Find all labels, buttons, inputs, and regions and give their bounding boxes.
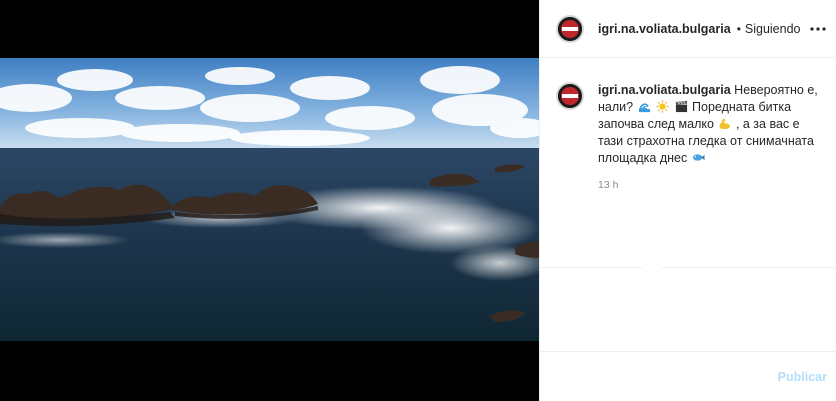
post-timestamp[interactable]: 13 h (598, 177, 818, 194)
comment-composer: Publicar (540, 351, 836, 401)
fish-icon (692, 154, 705, 161)
separator-dot: • (736, 21, 741, 36)
post-header: igri.na.voliata.bulgaria • Siguiendo (540, 0, 836, 58)
caption-comment: igri.na.voliata.bulgaria Невероятно е, н… (556, 82, 826, 194)
avatar[interactable] (556, 14, 584, 43)
post-photo[interactable] (0, 58, 539, 341)
following-button[interactable]: Siguiendo (745, 22, 801, 36)
caption-username[interactable]: igri.na.voliata.bulgaria (598, 83, 731, 97)
caption-body: igri.na.voliata.bulgaria Невероятно е, н… (598, 82, 818, 194)
wave-icon (638, 103, 650, 113)
divider-gap (642, 262, 662, 272)
comment-input[interactable] (556, 366, 766, 388)
instagram-post: igri.na.voliata.bulgaria • Siguiendo igr… (0, 0, 836, 401)
caption-avatar[interactable] (556, 82, 584, 110)
brand-logo-icon (558, 84, 582, 108)
flexed-biceps-icon (720, 118, 731, 130)
publish-button[interactable]: Publicar (778, 370, 827, 384)
more-options-icon[interactable] (809, 20, 827, 38)
sun-icon (656, 100, 669, 113)
media-panel (0, 0, 539, 401)
section-divider (540, 267, 836, 268)
brand-logo-icon (558, 16, 582, 41)
post-side-panel: igri.na.voliata.bulgaria • Siguiendo igr… (539, 0, 836, 401)
clapperboard-icon (675, 100, 687, 113)
header-username[interactable]: igri.na.voliata.bulgaria (598, 22, 731, 36)
